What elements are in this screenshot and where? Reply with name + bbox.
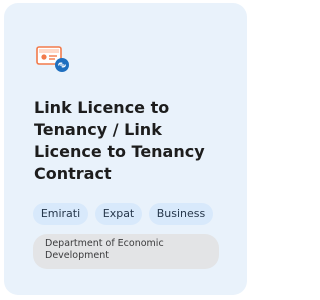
service-title: Link Licence to Tenancy / Link Licence t… [34,98,205,183]
licence-card-link-icon [36,44,72,74]
tag-list: Emirati Expat Business [33,203,233,227]
tag-business[interactable]: Business [149,203,213,225]
tag-emirati[interactable]: Emirati [33,203,88,225]
service-card[interactable]: Link Licence to Tenancy / Link Licence t… [4,3,247,295]
department-badge: Department of Economic Development [33,234,219,269]
tag-expat[interactable]: Expat [95,203,142,225]
